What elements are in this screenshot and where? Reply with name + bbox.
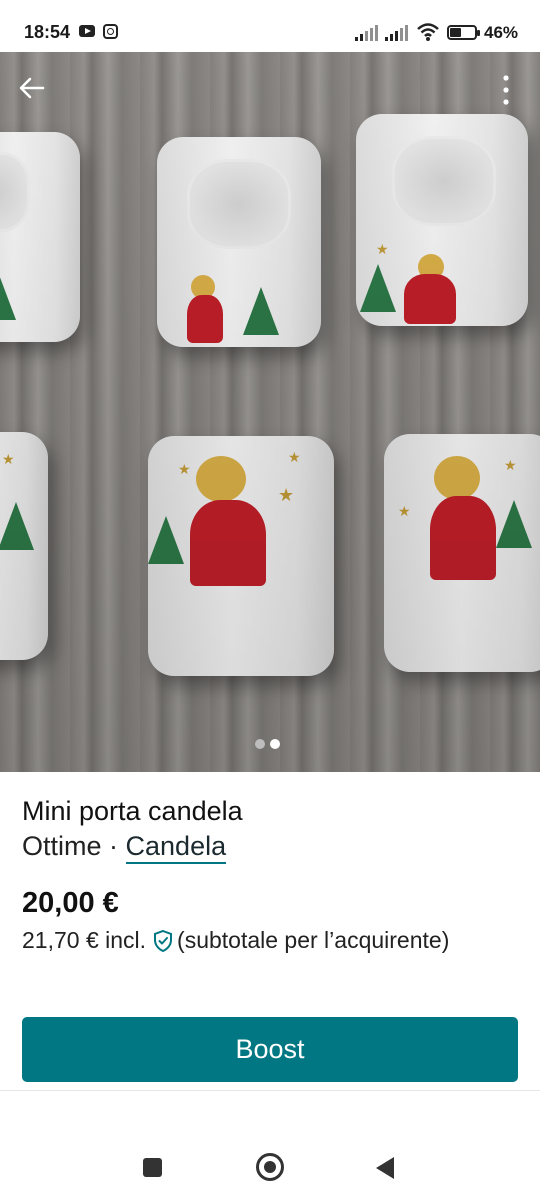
status-time: 18:54 bbox=[24, 22, 71, 42]
battery-icon bbox=[447, 25, 480, 40]
signal-strength-icon bbox=[355, 25, 379, 41]
wifi-icon bbox=[417, 23, 439, 41]
brand-link[interactable]: Candela bbox=[125, 831, 227, 864]
status-bar: 18:54 46% bbox=[0, 0, 540, 52]
carousel-indicator bbox=[255, 738, 285, 750]
price-note: (subtotale per l’acquirente) bbox=[177, 927, 450, 953]
item-subtitle: Ottime · Candela bbox=[22, 831, 227, 864]
subtitle-separator: · bbox=[101, 831, 126, 861]
carousel-dot[interactable] bbox=[255, 739, 265, 749]
photo-shade bbox=[0, 52, 540, 772]
buyer-price-row: 21,70 € incl. (subtotale per l’acquirent… bbox=[22, 927, 449, 954]
item-price: 20,00 € bbox=[22, 887, 119, 919]
item-title: Mini porta candela bbox=[22, 796, 243, 826]
boost-button[interactable]: Boost bbox=[22, 1017, 518, 1082]
back-arrow-icon[interactable] bbox=[16, 72, 48, 104]
buyer-protection-shield-icon[interactable] bbox=[152, 929, 174, 953]
divider bbox=[0, 1090, 540, 1091]
carousel-dot[interactable] bbox=[270, 739, 280, 749]
price-incl-protection: 21,70 € incl. bbox=[22, 927, 147, 953]
product-photo-carousel[interactable]: ★ ★ ★ ★ ★ ★ ★ bbox=[0, 52, 540, 772]
recent-apps-icon[interactable] bbox=[143, 1158, 162, 1177]
battery-percent: 46% bbox=[484, 23, 519, 42]
home-icon[interactable] bbox=[256, 1153, 284, 1181]
signal-strength-icon-2 bbox=[385, 25, 409, 41]
battery-fill bbox=[450, 28, 461, 37]
instagram-notification-icon bbox=[103, 24, 118, 39]
more-vertical-icon[interactable] bbox=[494, 72, 518, 108]
system-back-icon[interactable] bbox=[376, 1157, 394, 1179]
system-navigation-bar bbox=[0, 1140, 540, 1200]
item-condition: Ottime bbox=[22, 831, 102, 861]
youtube-notification-icon bbox=[79, 25, 95, 37]
